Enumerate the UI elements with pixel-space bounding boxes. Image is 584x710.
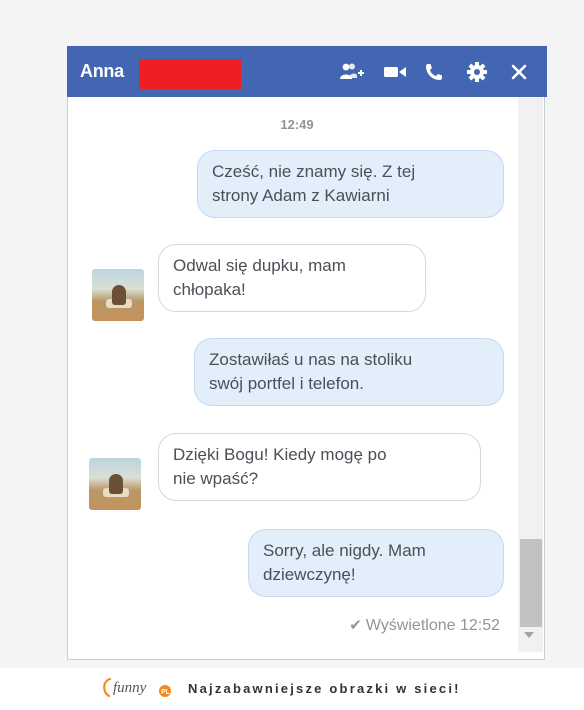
video-call-icon[interactable]: [382, 59, 408, 85]
contact-avatar[interactable]: [92, 269, 144, 321]
svg-text:funny: funny: [113, 680, 147, 696]
message-line: strony Adam z Kawiarni: [212, 186, 390, 205]
gear-icon[interactable]: [464, 59, 490, 85]
phone-icon[interactable]: [421, 59, 447, 85]
svg-text:PL: PL: [161, 689, 171, 696]
message-line: Dzięki Bogu! Kiedy mogę po: [173, 445, 387, 464]
message-line: swój portfel i telefon.: [209, 374, 364, 393]
message-line: Cześć, nie znamy się. Z tej: [212, 162, 416, 181]
footer-tagline: Najzabawniejsze obrazki w sieci!: [188, 681, 461, 696]
outgoing-message-bubble[interactable]: Cześć, nie znamy się. Z tej strony Adam …: [197, 150, 504, 218]
scroll-down-arrow-icon[interactable]: [524, 632, 534, 638]
seen-text: Wyświetlone 12:52: [365, 617, 500, 634]
message-line: chłopaka!: [173, 280, 246, 299]
message-line: Zostawiłaś u nas na stoliku: [209, 350, 413, 369]
scrollbar-thumb[interactable]: [520, 539, 542, 627]
watermark-footer: funny PL Najzabawniejsze obrazki w sieci…: [0, 668, 584, 710]
incoming-message-bubble[interactable]: Dzięki Bogu! Kiedy mogę po nie wpaść?: [158, 433, 481, 501]
message-line: Sorry, ale nigdy. Mam: [263, 541, 426, 560]
funny-logo: funny PL: [103, 677, 171, 698]
message-line: nie wpaść?: [173, 469, 259, 488]
close-icon[interactable]: [506, 59, 532, 85]
add-people-icon[interactable]: [339, 59, 365, 85]
contact-name[interactable]: Anna: [80, 61, 124, 82]
conversation-timestamp: 12:49: [280, 117, 314, 132]
check-icon: ✔: [349, 617, 362, 634]
chat-window: Anna 12:49 Cześć, nie znamy się. Z tej s…: [67, 46, 547, 660]
outgoing-message-bubble[interactable]: Zostawiłaś u nas na stoliku swój portfel…: [194, 338, 504, 406]
seen-status: ✔ Wyświetlone 12:52: [349, 616, 500, 635]
message-line: dziewczynę!: [263, 565, 356, 584]
incoming-message-bubble[interactable]: Odwal się dupku, mam chłopaka!: [158, 244, 426, 312]
outgoing-message-bubble[interactable]: Sorry, ale nigdy. Mam dziewczynę!: [248, 529, 504, 597]
contact-avatar[interactable]: [89, 458, 141, 510]
chat-header: Anna: [67, 46, 547, 97]
redaction-bar: [139, 59, 241, 89]
message-line: Odwal się dupku, mam: [173, 256, 346, 275]
